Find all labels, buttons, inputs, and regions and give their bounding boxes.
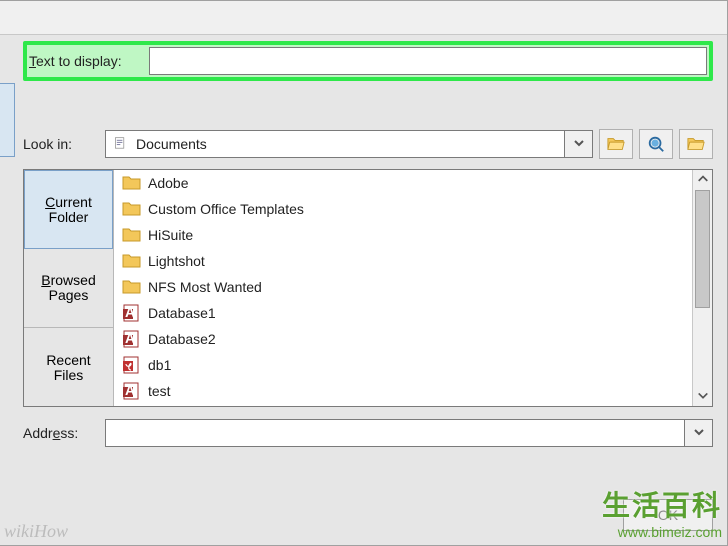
list-item[interactable]: Custom Office Templates	[114, 196, 712, 222]
browse-web-button[interactable]	[639, 129, 673, 159]
file-list-scrollbar[interactable]	[692, 170, 712, 406]
file-name: NFS Most Wanted	[148, 279, 262, 295]
list-item[interactable]: Database1	[114, 300, 712, 326]
file-name: Database1	[148, 305, 216, 321]
address-dropdown-button[interactable]	[685, 419, 713, 447]
file-name: db1	[148, 357, 171, 373]
list-item[interactable]: db1	[114, 352, 712, 378]
scroll-up-button[interactable]	[693, 170, 713, 190]
up-one-level-button[interactable]	[599, 129, 633, 159]
search-web-icon	[646, 135, 666, 153]
address-label: Address:	[23, 425, 105, 441]
pdf-icon	[122, 355, 142, 375]
file-name: Custom Office Templates	[148, 201, 304, 217]
folder-icon	[122, 277, 142, 297]
nav-place-in-doc[interactable]: Place in ThisDocument	[0, 163, 15, 237]
chevron-up-icon	[697, 174, 709, 186]
nav-create-new[interactable]: Create NewDocument	[0, 243, 15, 317]
access-icon	[122, 381, 142, 401]
chevron-down-icon	[697, 390, 709, 402]
scroll-thumb[interactable]	[695, 190, 710, 308]
watermark-url: www.bimeiz.com	[602, 524, 722, 540]
address-input[interactable]	[105, 419, 685, 447]
list-item[interactable]: test	[114, 378, 712, 404]
look-in-value: Documents	[136, 136, 207, 152]
tab-recent-files[interactable]: RecentFiles	[24, 328, 113, 407]
list-item[interactable]: Lightshot	[114, 248, 712, 274]
nav-existing-file[interactable]: Existing Fileor Web Page	[0, 83, 15, 157]
wikihow-logo: wikiHow	[4, 521, 68, 542]
file-name: Adobe	[148, 175, 188, 191]
folder-up-icon	[606, 135, 626, 153]
scroll-track[interactable]	[693, 190, 712, 386]
look-in-label: Look in:	[23, 136, 105, 152]
nav-email[interactable]: E-mailAddress	[0, 323, 15, 397]
folder-icon	[122, 251, 142, 271]
folder-icon	[122, 173, 142, 193]
text-to-display-input[interactable]	[149, 47, 707, 75]
list-item[interactable]: Adobe	[114, 170, 712, 196]
file-browser: CurrentFolder BrowsedPages RecentFiles A…	[23, 169, 713, 407]
text-to-display-label: Text to display:	[29, 53, 149, 69]
look-in-dropdown-button[interactable]	[565, 130, 593, 158]
file-name: Lightshot	[148, 253, 205, 269]
list-item[interactable]: HiSuite	[114, 222, 712, 248]
link-to-label: Link to:	[0, 45, 13, 61]
watermark: 生活百科 www.bimeiz.com	[602, 484, 722, 540]
list-item[interactable]: NFS Most Wanted	[114, 274, 712, 300]
link-to-nav: Existing Fileor Web Page Place in ThisDo…	[0, 83, 15, 403]
browse-tab-column: CurrentFolder BrowsedPages RecentFiles	[24, 170, 114, 406]
file-name: HiSuite	[148, 227, 193, 243]
folder-icon	[122, 225, 142, 245]
scroll-down-button[interactable]	[693, 386, 713, 406]
browse-file-button[interactable]	[679, 129, 713, 159]
list-item[interactable]: Database2	[114, 326, 712, 352]
tab-current-folder[interactable]: CurrentFolder	[24, 170, 113, 249]
chevron-down-icon	[573, 138, 585, 150]
file-list[interactable]: Adobe Custom Office Templates HiSuite Light…	[114, 170, 712, 406]
access-icon	[122, 303, 142, 323]
access-icon	[122, 329, 142, 349]
chevron-down-icon	[693, 427, 705, 439]
file-name: test	[148, 383, 171, 399]
folder-open-icon	[686, 135, 706, 153]
documents-folder-icon	[112, 137, 130, 151]
dialog-title: Hyperlink	[0, 1, 727, 35]
hyperlink-dialog: Hyperlink Link to: Existing Fileor Web P…	[0, 0, 728, 546]
look-in-combo[interactable]: Documents	[105, 130, 565, 158]
watermark-text: 生活百科	[602, 484, 722, 524]
tab-browsed-pages[interactable]: BrowsedPages	[24, 249, 113, 328]
file-name: Database2	[148, 331, 216, 347]
folder-icon	[122, 199, 142, 219]
